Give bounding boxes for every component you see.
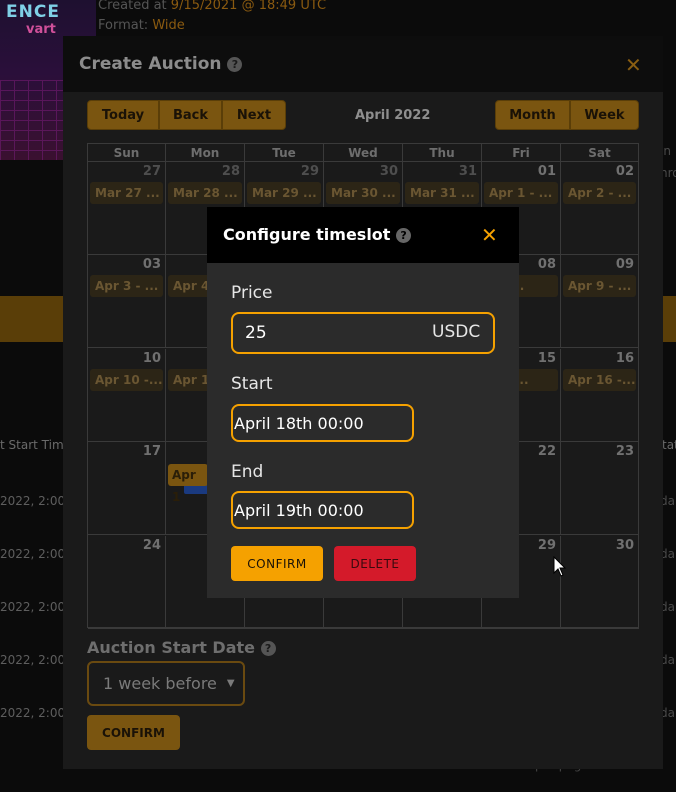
- create-auction-title-text: Create Auction: [79, 54, 222, 74]
- calendar-day-number: 29: [300, 164, 319, 179]
- weekday-header: Sat: [561, 144, 639, 162]
- calendar-day-number: 31: [458, 164, 477, 179]
- format-label: Format:: [98, 18, 149, 33]
- calendar-day-number: 03: [142, 257, 161, 272]
- format-value: Wide: [152, 18, 185, 33]
- auction-start-date-label: Auction Start Date ?: [87, 638, 276, 657]
- configure-timeslot-modal: Configure timeslot ? ✕ Price USDC Start …: [207, 207, 519, 598]
- calendar-day-number: 09: [615, 257, 634, 272]
- calendar-nav-group: Today Back Next: [87, 100, 286, 130]
- thumbnail-logo-text: ENCE: [6, 2, 60, 22]
- calendar-day-number: 27: [142, 164, 161, 179]
- question-circle-icon[interactable]: ?: [227, 56, 243, 72]
- start-label: Start: [231, 374, 273, 394]
- weekday-header: Mon: [166, 144, 245, 162]
- calendar-month-label: April 2022: [355, 108, 431, 123]
- calendar-day-cell[interactable]: 17: [88, 442, 166, 535]
- weekday-header: Sun: [88, 144, 166, 162]
- auction-confirm-button[interactable]: CONFIRM: [87, 715, 180, 750]
- weekday-header: Fri: [482, 144, 561, 162]
- auction-start-date-label-text: Auction Start Date: [87, 638, 255, 657]
- calendar-day-number: 23: [615, 444, 634, 459]
- calendar-day-cell[interactable]: 23: [561, 442, 639, 535]
- calendar-day-cell[interactable]: 24: [88, 536, 166, 629]
- calendar-event[interactable]: Mar 30 ...: [326, 182, 400, 204]
- question-circle-icon[interactable]: ?: [260, 641, 276, 656]
- close-icon[interactable]: ✕: [625, 53, 642, 77]
- calendar-day-number: 30: [379, 164, 398, 179]
- bg-column-status: tat: [662, 438, 676, 452]
- calendar-day-number: 28: [221, 164, 240, 179]
- calendar-day-cell[interactable]: 02 Apr 2 - ...: [561, 162, 639, 255]
- end-label: End: [231, 462, 264, 482]
- calendar-event[interactable]: Apr 10 -...: [90, 369, 163, 391]
- calendar-event[interactable]: Apr 16 -...: [563, 369, 636, 391]
- calendar-day-number: 30: [615, 538, 634, 553]
- calendar-day-cell[interactable]: 27 Mar 27 ...: [88, 162, 166, 255]
- back-button[interactable]: Back: [159, 100, 222, 130]
- price-label: Price: [231, 283, 273, 303]
- calendar-day-number: 15: [537, 351, 556, 366]
- calendar-day-cell[interactable]: 16 Apr 16 -...: [561, 349, 639, 442]
- calendar-day-number: 01: [537, 164, 556, 179]
- create-auction-header: Create Auction ? ✕: [63, 36, 663, 92]
- next-button[interactable]: Next: [222, 100, 286, 130]
- calendar-day-cell[interactable]: 10 Apr 10 -...: [88, 349, 166, 442]
- calendar-day-number: 08: [537, 257, 556, 272]
- created-value: 9/15/2021 @ 18:49 UTC: [170, 0, 327, 13]
- bg-column-start-time: t Start Tim: [0, 438, 64, 452]
- created-label: Created at: [98, 0, 167, 13]
- calendar-view-group: Month Week: [495, 100, 639, 130]
- calendar-day-number: 17: [142, 444, 161, 459]
- calendar-day-number: 10: [142, 351, 161, 366]
- calendar-event[interactable]: Mar 29 ...: [247, 182, 321, 204]
- calendar-event[interactable]: Apr 3 - ...: [90, 275, 163, 297]
- today-button[interactable]: Today: [87, 100, 159, 130]
- question-circle-icon[interactable]: ?: [396, 228, 412, 243]
- caret-down-icon: ▼: [226, 678, 235, 689]
- configure-timeslot-title: Configure timeslot ?: [223, 225, 412, 244]
- create-auction-title: Create Auction ?: [79, 54, 243, 74]
- timeslot-confirm-button[interactable]: CONFIRM: [231, 546, 323, 581]
- calendar-day-cell[interactable]: 09 Apr 9 - ...: [561, 255, 639, 348]
- selected-timeslot-event[interactable]: Apr 1: [168, 464, 208, 504]
- calendar-day-number: 22: [537, 444, 556, 459]
- start-date-input[interactable]: [231, 404, 414, 442]
- weekday-header: Wed: [324, 144, 403, 162]
- calendar-day-number: 24: [142, 538, 161, 553]
- calendar-event[interactable]: Apr 1 - ...: [484, 182, 558, 204]
- timeslot-delete-button[interactable]: DELETE: [334, 546, 416, 581]
- calendar-event[interactable]: Mar 31 ...: [405, 182, 479, 204]
- auction-start-date-select[interactable]: 1 week before ▼: [87, 661, 245, 706]
- month-view-button[interactable]: Month: [495, 100, 570, 130]
- calendar-day-number: 16: [615, 351, 634, 366]
- configure-timeslot-title-text: Configure timeslot: [223, 225, 391, 244]
- week-view-button[interactable]: Week: [570, 100, 639, 130]
- calendar-day-number: 02: [615, 164, 634, 179]
- currency-suffix: USDC: [432, 322, 481, 342]
- close-icon[interactable]: ✕: [481, 223, 498, 247]
- thumbnail-logo-sub: vart: [26, 22, 56, 37]
- weekday-header: Thu: [403, 144, 482, 162]
- calendar-event[interactable]: Mar 27 ...: [90, 182, 163, 204]
- calendar-event[interactable]: Mar 28 ...: [168, 182, 242, 204]
- nft-metadata: Created at 9/15/2021 @ 18:49 UTC Format:…: [98, 0, 326, 36]
- end-date-input[interactable]: [231, 491, 414, 529]
- start-date-selected-value: 1 week before: [103, 674, 217, 693]
- calendar-event[interactable]: Apr 9 - ...: [563, 275, 636, 297]
- calendar-day-cell[interactable]: 30: [561, 536, 639, 629]
- mouse-pointer-icon: [553, 556, 567, 577]
- calendar-day-cell[interactable]: 03 Apr 3 - ...: [88, 255, 166, 348]
- weekday-header: Tue: [245, 144, 324, 162]
- calendar-day-number: 29: [537, 538, 556, 553]
- calendar-event[interactable]: Apr 2 - ...: [563, 182, 636, 204]
- configure-timeslot-header: Configure timeslot ? ✕: [207, 207, 519, 263]
